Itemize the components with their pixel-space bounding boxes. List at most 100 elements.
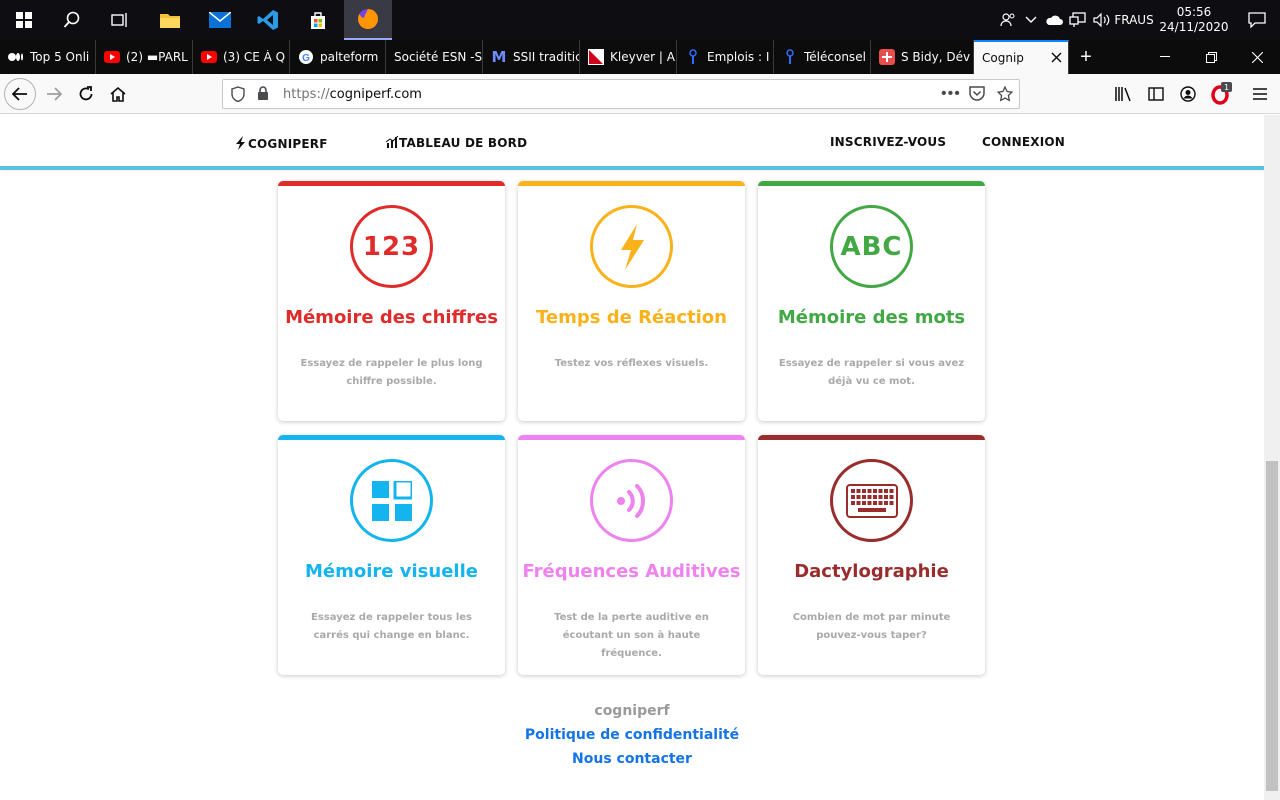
browser-tab-label: SSII traditic [513,50,579,64]
restore-button[interactable] [1188,40,1234,74]
sidebar-toggle-icon[interactable] [1140,78,1172,110]
card-accent-bar [518,435,745,440]
browser-tab[interactable]: M SSII traditic [483,40,580,74]
login-link[interactable]: CONNEXION [982,135,1065,149]
m-icon: M [491,48,507,66]
browser-tab[interactable]: Kleyver | A [580,40,677,74]
card-description: Essayez de rappeler tous les carrés qui … [311,612,472,641]
browser-tab-label: Top 5 Onli [30,50,90,64]
browser-tab[interactable]: Emplois : I [677,40,774,74]
brand-label: COGNIPERF [248,137,328,151]
minimize-button[interactable] [1142,40,1188,74]
browser-tab[interactable]: Cognip [974,40,1069,74]
site-header: COGNIPERF TABLEAU DE BORD INSCRIVEZ-VOUS… [0,115,1264,170]
digits-icon: 123 [350,205,433,288]
url-scheme: https:// [283,87,330,102]
browser-tab-label: S Bidy, Dév [901,50,971,64]
card-reaction-time[interactable]: Temps de Réaction Testez vos réflexes vis… [518,181,745,421]
dashboard-link[interactable]: TABLEAU DE BORD [385,135,528,150]
dashboard-label: TABLEAU DE BORD [399,136,528,150]
pocket-icon[interactable] [969,86,985,104]
library-icon[interactable] [1108,78,1140,110]
browser-tab[interactable]: Société ESN -S [386,40,483,74]
browser-tab-label: (2) ▬PARL [126,50,188,64]
card-audio-frequency[interactable]: Fréquences Auditives Test de la perte aud… [518,435,745,675]
brand-link[interactable]: COGNIPERF [234,136,328,151]
browser-tab[interactable]: Gpalteform [290,40,386,74]
browser-tab[interactable]: Téléconsel [774,40,871,74]
signup-link[interactable]: INSCRIVEZ-VOUS [830,135,946,149]
page-scrollbar[interactable] [1264,115,1280,800]
browser-tab[interactable]: S Bidy, Dév [871,40,974,74]
windows-taskbar: FRA US 05:56 24/11/2020 [0,0,1280,40]
close-tab-icon[interactable] [1051,51,1062,67]
file-explorer-icon[interactable] [146,0,194,40]
chevron-up-icon[interactable] [1020,0,1042,40]
vscode-icon[interactable] [244,0,292,40]
browser-tab-strip: + Top 5 Onli (2) ▬PARL (3) CE À Q Gpaltefor… [0,40,1280,74]
youtube-icon [201,49,217,65]
close-window-button[interactable] [1234,40,1280,74]
menu-icon[interactable] [1244,78,1276,110]
abc-icon: ABC [830,205,913,288]
card-typing[interactable]: Dactylographie Combien de mot par minute … [758,435,985,675]
browser-tab-label: Kleyver | A [610,50,675,64]
url-text[interactable]: https://cogniperf.com [283,87,422,102]
task-view-icon[interactable] [96,0,144,40]
volume-icon[interactable] [1090,0,1114,40]
new-tab-button[interactable]: + [1071,40,1101,74]
browser-tab-label: palteform [320,50,379,64]
card-title: Fréquences Auditives [522,561,741,582]
tracking-protection-icon[interactable] [231,86,245,105]
people-icon[interactable] [996,0,1020,40]
store-icon[interactable] [294,0,342,40]
forward-button[interactable] [38,78,70,110]
card-accent-bar [758,435,985,440]
firefox-taskbar-icon[interactable] [344,0,392,40]
browser-tab[interactable]: (3) CE À Q [193,40,290,74]
page-actions-icon[interactable]: ••• [941,85,961,103]
browser-tab-label: (3) CE À Q [223,50,286,64]
back-button[interactable] [4,78,36,110]
browser-tab-label: Cognip [982,51,1024,65]
url-bar[interactable]: https://cogniperf.com ••• [222,79,1020,109]
url-host: cogniperf.com [329,87,422,102]
network-icon[interactable] [1066,0,1090,40]
reload-button[interactable] [70,78,102,110]
mail-icon[interactable] [196,0,244,40]
card-description: Essayez de rappeler si vous avez déjà vu… [778,358,965,387]
home-button[interactable] [102,78,134,110]
browser-tab[interactable]: (2) ▬PARL [96,40,193,74]
card-accent-bar [278,435,505,440]
account-icon[interactable] [1172,78,1204,110]
google-icon: G [298,49,314,65]
card-description: Test de la perte auditive en écoutant un… [554,612,709,659]
chart-icon [385,135,399,148]
browser-navigation-bar: https://cogniperf.com ••• 1 [0,74,1280,114]
grid-squares-icon [350,459,433,542]
bookmark-star-icon[interactable] [996,85,1014,105]
keyboard-icon [830,459,913,542]
card-visual-memory[interactable]: Mémoire visuelle Essayez de rappeler tous… [278,435,505,675]
card-number-memory[interactable]: 123 Mémoire des chiffres Essayez de rappel… [278,181,505,421]
contact-link[interactable]: Nous contacter [0,751,1264,767]
card-word-memory[interactable]: ABC Mémoire des mots Essayez de rappeler s… [758,181,985,421]
lightning-icon [590,205,673,288]
privacy-policy-link[interactable]: Politique de confidentialité [0,727,1264,743]
notification-center-icon[interactable] [1234,0,1280,40]
onedrive-icon[interactable] [1042,0,1066,40]
svg-text:1: 1 [1224,83,1229,92]
bidy-icon [879,49,895,65]
search-icon[interactable] [48,0,96,40]
lock-icon[interactable] [257,86,269,104]
opera-extension-icon[interactable]: 1 [1204,78,1236,110]
scrollbar-thumb[interactable] [1266,461,1278,791]
clock[interactable]: 05:56 24/11/2020 [1154,5,1234,35]
browser-tab[interactable]: Top 5 Onli [0,40,96,74]
card-title: Mémoire des mots [777,307,966,328]
lightning-icon [236,136,245,150]
web-page: COGNIPERF TABLEAU DE BORD INSCRIVEZ-VOUS… [0,115,1264,800]
card-title: Mémoire visuelle [305,561,478,582]
language-indicator[interactable]: FRA US [1114,0,1154,40]
windows-start-icon[interactable] [0,0,48,40]
